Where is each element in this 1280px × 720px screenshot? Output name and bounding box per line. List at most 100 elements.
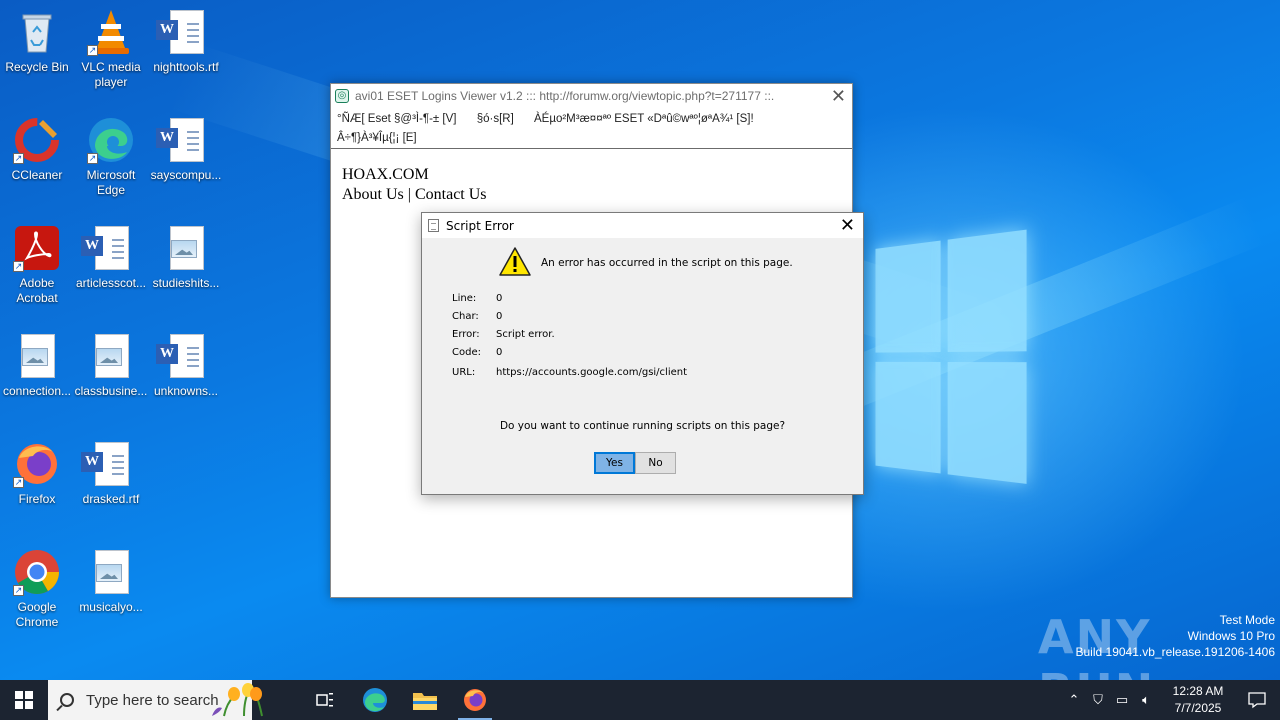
- window-title-bar[interactable]: ◎ avi01 ESET Logins Viewer v1.2 ::: http…: [331, 84, 852, 107]
- desktop-icon-unknowns[interactable]: W unknowns...: [149, 332, 223, 399]
- search-highlight-flowers-icon: [212, 683, 263, 717]
- desktop-icon-label: studieshits...: [152, 276, 220, 290]
- chrome-icon: ↗: [13, 548, 61, 596]
- shortcut-arrow-icon: ↗: [13, 477, 24, 488]
- desktop-icon-label: VLC media player: [81, 60, 141, 89]
- taskbar: Type here to search ⌃ ⛉ ▭ 🔈︎ 12:28 AM 7/…: [0, 680, 1280, 720]
- desktop-icon-label: nighttools.rtf: [153, 60, 219, 74]
- no-button[interactable]: No: [635, 452, 676, 474]
- shortcut-arrow-icon: ↗: [13, 261, 24, 272]
- script-error-dialog: Script Error ✕ An error has occurred in …: [421, 212, 864, 495]
- test-mode-watermark: Test Mode Windows 10 Pro Build 19041.vb_…: [1076, 612, 1276, 660]
- desktop-icon-label: drasked.rtf: [82, 492, 140, 506]
- dialog-close-button[interactable]: ✕: [840, 215, 855, 236]
- desktop-icon-label: articlesscot...: [75, 276, 147, 290]
- desktop-icon-microsoft-edge[interactable]: ↗ Microsoft Edge: [74, 116, 148, 198]
- taskbar-clock[interactable]: 12:28 AM 7/7/2025: [1162, 683, 1234, 717]
- desktop-icon-musicalyo[interactable]: musicalyo...: [74, 548, 148, 615]
- desktop-icon-recycle-bin[interactable]: Recycle Bin: [0, 8, 74, 75]
- about-us-link[interactable]: About Us: [342, 186, 404, 203]
- continue-question: Do you want to continue running scripts …: [499, 420, 786, 432]
- yes-button[interactable]: Yes: [594, 452, 635, 474]
- desktop-icon-label: connection...: [2, 384, 72, 398]
- desktop-icon-label: CCleaner: [11, 168, 63, 182]
- detail-label: Code:: [452, 347, 481, 358]
- taskbar-firefox-button[interactable]: [450, 680, 500, 720]
- desktop-icon-vlc[interactable]: ↗ VLC media player: [74, 8, 148, 90]
- desktop-icon-firefox[interactable]: ↗ Firefox: [0, 440, 74, 507]
- desktop-icon-label: Microsoft Edge: [86, 168, 136, 197]
- detail-row-line: Line: 0: [452, 293, 687, 311]
- search-icon: [60, 693, 74, 707]
- desktop-icon-classbusine[interactable]: classbusine...: [74, 332, 148, 399]
- shortcut-arrow-icon: ↗: [87, 45, 98, 56]
- desktop-icon-sayscompu[interactable]: W sayscompu...: [149, 116, 223, 183]
- desktop-icon-connection[interactable]: connection...: [0, 332, 74, 399]
- desktop-icon-ccleaner[interactable]: ↗ CCleaner: [0, 116, 74, 183]
- image-file-icon: [87, 548, 135, 596]
- menu-item-save-servers[interactable]: ÀÉµo²M³æ¤¤ªº ESET «Dªû©wªº¦øªA¾¹ [S]!: [534, 113, 754, 125]
- notification-center-button[interactable]: [1234, 691, 1280, 709]
- detail-value: 0: [496, 347, 503, 358]
- defender-icon[interactable]: ⛉: [1086, 692, 1110, 708]
- desktop-icon-articlesscot[interactable]: W articlesscot...: [74, 224, 148, 291]
- dialog-title-bar[interactable]: Script Error ✕: [422, 213, 863, 238]
- volume-icon[interactable]: 🔈︎: [1134, 692, 1158, 708]
- site-name: HOAX.COM: [342, 166, 429, 183]
- taskbar-search-box[interactable]: Type here to search: [48, 680, 263, 720]
- windows-logo-wallpaper: [875, 229, 1027, 491]
- ccleaner-icon: ↗: [13, 116, 61, 164]
- task-view-icon: [316, 693, 333, 707]
- desktop-background: Recycle Bin ↗ CCleaner ↗ Adobe Acrobat c…: [0, 0, 1280, 680]
- detail-label: URL:: [452, 367, 476, 378]
- show-hidden-icons-chevron-icon[interactable]: ⌃: [1062, 692, 1086, 708]
- clock-time: 12:28 AM: [1172, 684, 1224, 698]
- desktop-icon-nighttools[interactable]: W nighttools.rtf: [149, 8, 223, 75]
- menu-item-refresh[interactable]: §ó·s[R]: [477, 113, 514, 125]
- watermark-line: Windows 10 Pro: [1187, 629, 1275, 643]
- firefox-icon: [464, 689, 486, 711]
- page-icon: [428, 219, 439, 232]
- detail-value: 0: [496, 293, 503, 304]
- word-document-icon: W: [156, 116, 210, 164]
- detail-row-url: URL: https://accounts.google.com/gsi/clie…: [452, 367, 687, 385]
- desktop-icon-studieshits[interactable]: studieshits...: [149, 224, 223, 291]
- error-details: Line: 0 Char: 0 Error: Script error. Code: 0…: [452, 293, 687, 385]
- folder-icon: [413, 693, 437, 710]
- notification-icon: [1248, 692, 1266, 709]
- taskbar-edge-button[interactable]: [350, 680, 400, 720]
- error-message: An error has occurred in the script on t…: [541, 257, 793, 269]
- edge-icon: ↗: [87, 116, 135, 164]
- windows-start-icon: [15, 691, 33, 709]
- task-view-button[interactable]: [300, 680, 350, 720]
- detail-row-code: Code: 0: [452, 347, 687, 365]
- contact-us-link[interactable]: Contact Us: [415, 186, 487, 203]
- word-document-icon: W: [81, 224, 135, 272]
- start-button[interactable]: [0, 680, 48, 720]
- desktop-icon-google-chrome[interactable]: ↗ Google Chrome: [0, 548, 74, 630]
- clock-date: 7/7/2025: [1174, 701, 1222, 715]
- close-button[interactable]: ✕: [831, 86, 846, 107]
- detail-value: Script error.: [496, 329, 555, 340]
- menu-bar: °ÑÆ[ Eset §@³Ì-¶-± [V] §ó·s[R] ÀÉµo²M³æ¤…: [331, 107, 852, 149]
- adobe-acrobat-icon: ↗: [13, 224, 61, 272]
- detail-row-char: Char: 0: [452, 311, 687, 329]
- image-file-icon: [13, 332, 61, 380]
- network-icon[interactable]: ▭: [1110, 692, 1134, 708]
- taskbar-file-explorer-button[interactable]: [400, 680, 450, 720]
- image-file-icon: [87, 332, 135, 380]
- menu-item-view-logins[interactable]: °ÑÆ[ Eset §@³Ì-¶-± [V]: [337, 113, 457, 125]
- desktop-icon-label: sayscompu...: [150, 168, 222, 182]
- app-icon: ◎: [335, 88, 349, 103]
- desktop-icon-drasked[interactable]: W drasked.rtf: [74, 440, 148, 507]
- browser-content: HOAX.COM About Us | Contact Us: [331, 149, 852, 221]
- nav-separator: |: [407, 186, 411, 203]
- word-document-icon: W: [81, 440, 135, 488]
- dialog-title: Script Error: [446, 218, 514, 233]
- desktop-icon-adobe-acrobat[interactable]: ↗ Adobe Acrobat: [0, 224, 74, 306]
- menu-item-exit[interactable]: Â÷¶}À³¥Îµ{¦¡ [E]: [337, 132, 417, 144]
- desktop-icon-label: Firefox: [18, 492, 56, 506]
- edge-icon: [363, 688, 387, 712]
- system-tray: ⌃ ⛉ ▭ 🔈︎ 12:28 AM 7/7/2025: [1062, 680, 1280, 720]
- detail-label: Line:: [452, 293, 477, 304]
